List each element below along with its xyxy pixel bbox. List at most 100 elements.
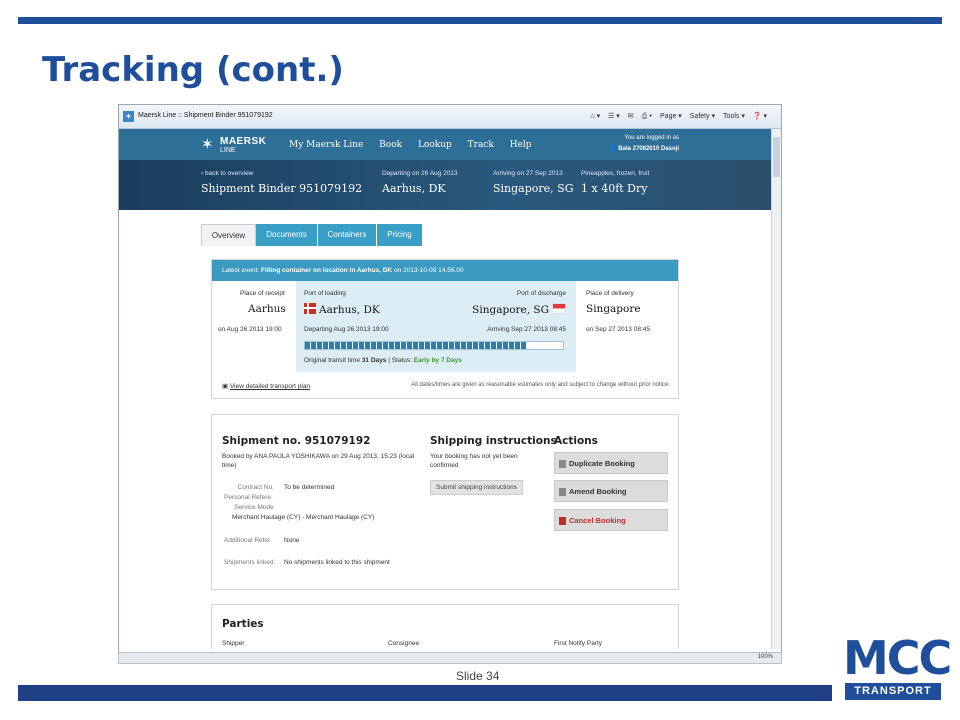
singapore-flag-icon (552, 303, 566, 314)
cancel-booking-button[interactable]: Cancel Booking (554, 509, 668, 531)
contract-value: To be determined (284, 484, 335, 491)
latest-event-text: Filling container on location in Aarhus,… (261, 267, 393, 274)
loading-port: Aarhus, DK (304, 303, 380, 316)
vertical-scrollbar[interactable] (771, 129, 781, 649)
user-icon: 👤 (609, 146, 619, 152)
contract-label: Contract No. (237, 484, 275, 491)
transit-info: Original transit time 31 Days | Status: … (304, 357, 462, 364)
instructions-text: Your booking has not yet been confirmed (430, 453, 518, 469)
instructions-title: Shipping instructions (430, 435, 557, 447)
browser-tab-title[interactable]: Maersk Line :: Shipment Binder 951079192 (138, 112, 273, 119)
tools-menu[interactable]: Tools ▾ (723, 113, 745, 120)
service-mode-label: Service Mode (234, 504, 274, 511)
parties-card: Parties Shipper Consignee First Notify P… (211, 604, 679, 649)
main-leg-panel: Port of loading Aarhus, DK Port of disch… (296, 281, 576, 372)
route-card: Latest event: Filling container on locat… (211, 259, 679, 399)
slide-number: Slide 34 (456, 669, 500, 683)
transport-plan-link[interactable]: ▣ View detailed transport plan (222, 382, 310, 390)
mail-icon[interactable]: ✉ (628, 113, 634, 120)
departing-city: Aarhus, DK (382, 182, 446, 195)
nav-lookup[interactable]: Lookup (418, 140, 452, 150)
arriving-city: Singapore, SG (493, 182, 574, 195)
latest-event-bar: Latest event: Filling container on locat… (212, 260, 678, 281)
submit-instructions-button[interactable]: Submit shipping instructions (430, 480, 523, 495)
nav-book[interactable]: Book (379, 140, 402, 150)
status-value: Early by 7 Days (413, 357, 462, 364)
duplicate-booking-button[interactable]: Duplicate Booking (554, 452, 668, 474)
maersk-navbar: ✶ MAERSK LINE My Maersk Line Book Lookup… (119, 129, 771, 160)
user-name-text: Bala 27082010 Dasoji (618, 146, 679, 152)
transport-logo-text: TRANSPORT (845, 683, 941, 700)
disclaimer: All dates/times are given as reasonable … (411, 382, 670, 388)
tab-overview[interactable]: Overview (201, 224, 256, 246)
cancel-icon (559, 517, 566, 525)
transit-progress-bar (304, 341, 564, 350)
receipt-city: Aarhus (248, 303, 286, 315)
booked-by: Booked by ANA PAULA YOSHIKAWA on 29 Aug … (222, 453, 415, 469)
denmark-flag-icon (304, 303, 316, 314)
slide-bottom-bar (18, 685, 832, 701)
transit-label: Original transit time (304, 357, 360, 364)
shipment-card: Shipment no. 951079192 Booked by ANA PAU… (211, 414, 679, 590)
status-label: | Status: (388, 357, 412, 364)
latest-event-prefix: Latest event: (222, 267, 260, 274)
personal-ref-label: Personal Refere. (224, 494, 273, 501)
cancel-label: Cancel Booking (569, 516, 626, 525)
tab-documents[interactable]: Documents (256, 224, 318, 246)
page-menu[interactable]: Page ▾ (660, 113, 682, 120)
loading-label: Port of loading (304, 290, 346, 297)
tab-containers[interactable]: Containers (318, 224, 377, 246)
safety-menu[interactable]: Safety ▾ (690, 113, 715, 120)
arriving-label: Arriving on 27 Sep 2013 (493, 170, 563, 177)
logged-in-label: You are logged in as (624, 135, 680, 141)
nav-track[interactable]: Track (468, 140, 494, 150)
scrollbar-thumb[interactable] (773, 137, 780, 177)
transport-plan-text: View detailed transport plan (229, 383, 311, 390)
shipment-header: ‹ back to overview Shipment Binder 95107… (119, 160, 771, 210)
latest-event-time: on 2013-10-09 14.56.00 (394, 267, 464, 274)
nav-help[interactable]: Help (510, 140, 532, 150)
cargo-value: 1 x 40ft Dry (581, 182, 648, 195)
home-icon[interactable]: ⌂ ▾ (590, 113, 600, 120)
duplicate-label: Duplicate Booking (569, 459, 635, 468)
main-nav: My Maersk Line Book Lookup Track Help (289, 140, 545, 150)
discharge-label: Port of discharge (516, 290, 566, 297)
mcc-transport-logo: MCC TRANSPORT (843, 634, 952, 702)
transit-days: 31 Days (361, 357, 387, 364)
notify-party-label: First Notify Party (554, 640, 603, 647)
departing-time: Departing Aug 26 2013 19:00 (304, 326, 389, 333)
discharge-port: Singapore, SG (472, 303, 566, 316)
browser-window: ✶ Maersk Line :: Shipment Binder 9510791… (118, 104, 782, 656)
slide-title: Tracking (cont.) (42, 50, 344, 90)
maersk-star-icon: ✶ (201, 136, 214, 153)
back-to-overview-link[interactable]: ‹ back to overview (201, 170, 253, 177)
consignee-label: Consignee (388, 640, 420, 647)
nav-my-maersk-line[interactable]: My Maersk Line (289, 140, 363, 150)
browser-tab-strip: ✶ Maersk Line :: Shipment Binder 9510791… (119, 105, 781, 129)
help-icon[interactable]: ❓ ▾ (753, 113, 767, 120)
slide-top-bar (18, 17, 942, 24)
discharge-port-text: Singapore, SG (472, 304, 549, 316)
browser-command-bar: ⌂ ▾ ☰ ▾ ✉ ⎙ ▾ Page ▾ Safety ▾ Tools ▾ ❓ … (584, 112, 767, 121)
user-name[interactable]: 👤 Bala 27082010 Dasoji (609, 144, 679, 155)
additional-ref-value: None (284, 537, 300, 544)
loading-port-text: Aarhus, DK (319, 304, 380, 316)
zoom-level[interactable]: 100% (758, 654, 773, 660)
feeds-icon[interactable]: ☰ ▾ (608, 113, 620, 120)
document-icon: ▣ (222, 383, 230, 390)
logo-line-1: MAERSK (220, 136, 267, 147)
parties-title: Parties (222, 618, 264, 630)
arriving-time: Arriving Sep 27 2013 08:45 (487, 326, 566, 333)
receipt-label: Place of receipt (240, 290, 285, 297)
browser-status-bar: 100% (118, 652, 782, 664)
linked-label: Shipments linked: (224, 559, 276, 566)
maersk-favicon-icon: ✶ (123, 111, 134, 122)
mcc-logo-text: MCC (843, 631, 952, 685)
delivery-date: on Sep 27 2013 08:45 (586, 326, 650, 333)
amend-booking-button[interactable]: Amend Booking (554, 480, 668, 502)
tab-pricing[interactable]: Pricing (377, 224, 423, 246)
shipment-title: Shipment no. 951079192 (222, 435, 371, 447)
print-icon[interactable]: ⎙ ▾ (642, 113, 653, 120)
logged-in-info: You are logged in as 👤 Bala 27082010 Das… (609, 133, 679, 155)
departing-label: Departing on 26 Aug 2013 (382, 170, 458, 177)
